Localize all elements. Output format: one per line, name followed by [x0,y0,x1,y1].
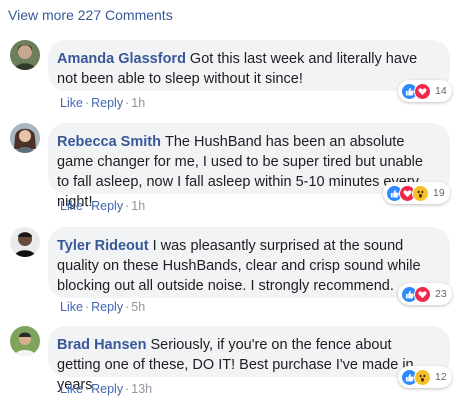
love-icon [414,285,431,303]
view-more-comments-link[interactable]: View more 227 Comments [8,7,173,23]
comment-author[interactable]: Amanda Glassford [57,51,186,67]
comment-author[interactable]: Rebecca Smith [57,134,161,150]
comment-bubble: Amanda Glassford Got this last week and l… [48,40,450,91]
comment-timestamp[interactable]: 1h [131,199,145,213]
comment-actions: Like · Reply · 1h [60,96,146,110]
comment-bubble: Brad Hansen Seriously, if you're on the f… [48,326,450,393]
avatar[interactable] [10,326,40,356]
comment-timestamp[interactable]: 1h [131,96,145,110]
like-link[interactable]: Like [60,300,83,314]
wow-icon [414,368,431,386]
comment-timestamp[interactable]: 5h [131,300,145,314]
like-link[interactable]: Like [60,382,83,396]
like-link[interactable]: Like [60,96,83,110]
comment-author[interactable]: Tyler Rideout [57,238,149,254]
wow-icon [412,184,429,202]
reaction-count: 19 [433,187,445,199]
reactions-summary[interactable]: 14 [398,80,452,102]
reactions-summary[interactable]: 23 [398,283,452,305]
comment-author[interactable]: Brad Hansen [57,337,146,353]
comment-actions: Like · Reply · 1h [60,199,146,213]
comment-actions: Like · Reply · 5h [60,300,146,314]
reaction-count: 23 [435,288,447,300]
comment-bubble: Tyler Rideout I was pleasantly surprised … [48,227,450,298]
reactions-summary[interactable]: 12 [398,366,452,388]
like-link[interactable]: Like [60,199,83,213]
reply-link[interactable]: Reply [91,96,123,110]
comment-timestamp[interactable]: 13h [131,382,152,396]
reply-link[interactable]: Reply [91,382,123,396]
reply-link[interactable]: Reply [91,300,123,314]
comment-actions: Like · Reply · 13h [60,382,153,396]
avatar[interactable] [10,123,40,153]
reply-link[interactable]: Reply [91,199,123,213]
reaction-count: 14 [435,85,447,97]
reaction-count: 12 [435,371,447,383]
avatar[interactable] [10,40,40,70]
reactions-summary[interactable]: 19 [383,182,450,204]
love-icon [414,82,431,100]
avatar[interactable] [10,227,40,257]
